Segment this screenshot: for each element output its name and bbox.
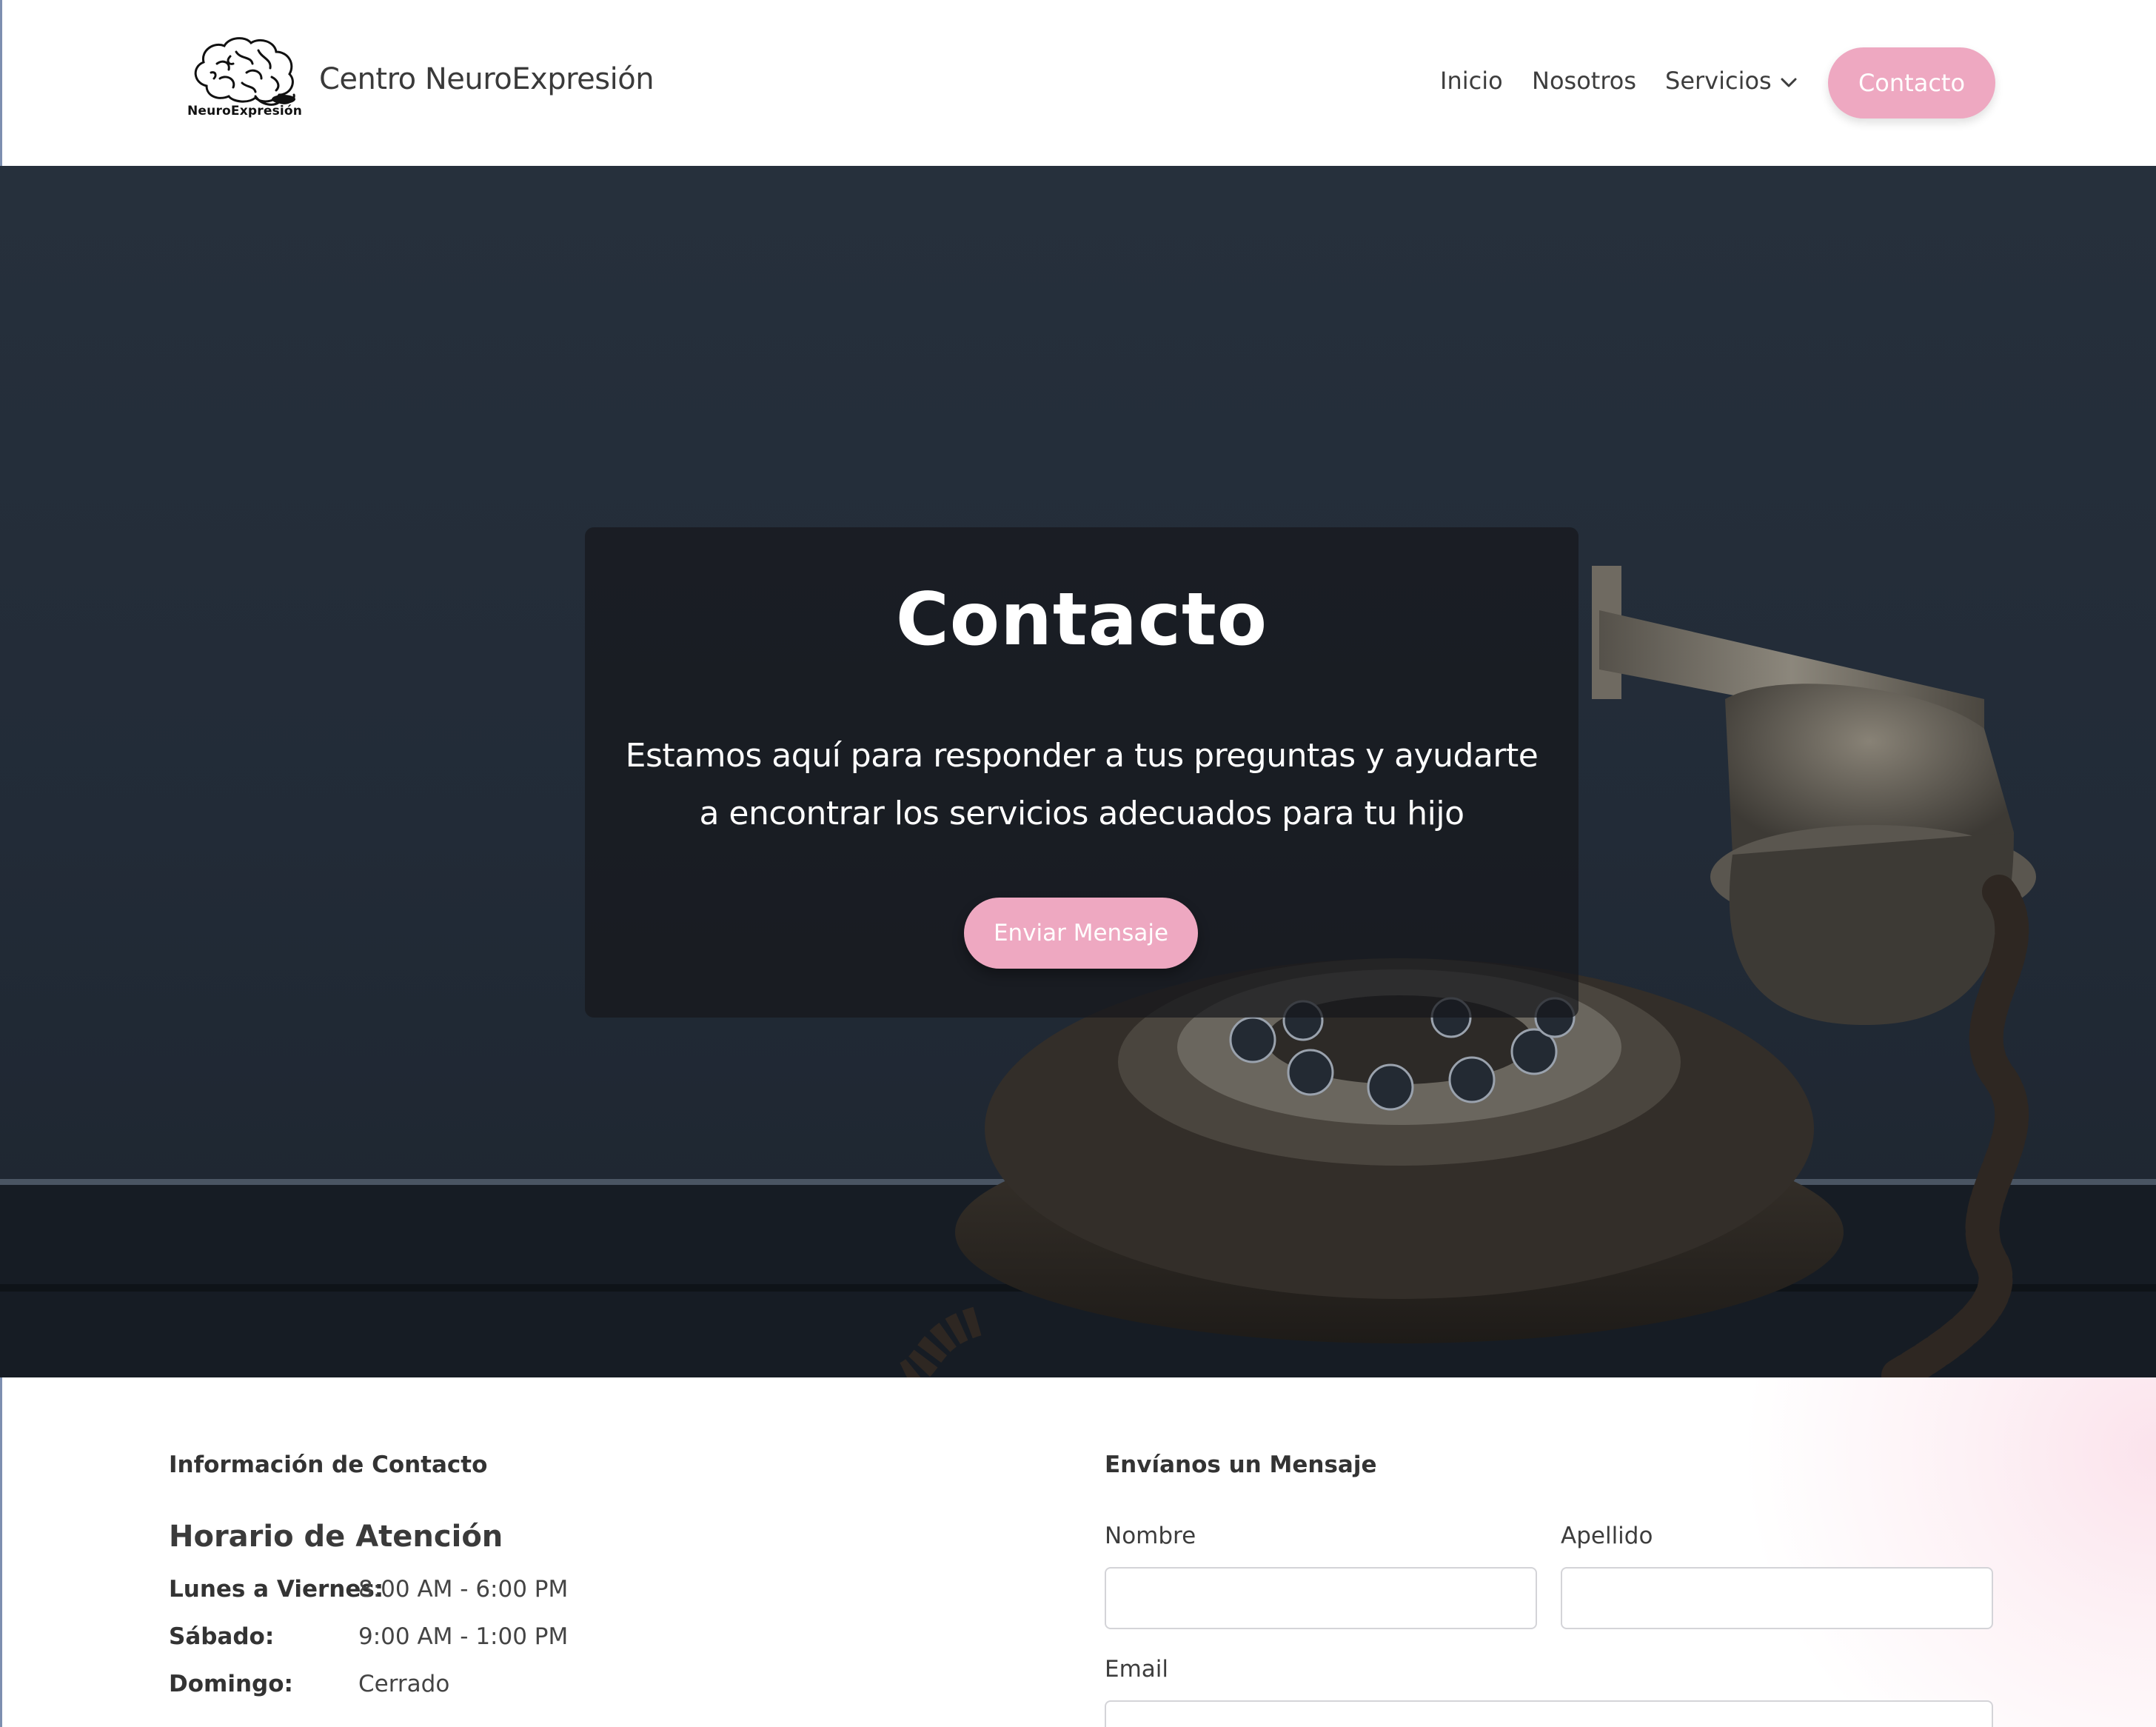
nav-inicio[interactable]: Inicio (1440, 67, 1503, 95)
nav-servicios[interactable]: Servicios (1665, 67, 1800, 95)
hours-heading: Horario de Atención (169, 1520, 503, 1554)
nav-servicios-label: Servicios (1665, 67, 1772, 95)
contact-button[interactable]: Contacto (1828, 47, 1995, 118)
hours-time-sunday: Cerrado (358, 1671, 450, 1697)
hero-subtitle-line-1: Estamos aquí para responder a tus pregun… (625, 737, 1539, 775)
email-label: Email (1105, 1656, 1169, 1683)
apellido-label: Apellido (1561, 1523, 1653, 1549)
site-logo[interactable]: NeuroExpresión (184, 34, 303, 123)
apellido-field[interactable] (1561, 1567, 1993, 1629)
hours-day-weekdays: Lunes a Viernes: (169, 1576, 384, 1603)
logo-caption: NeuroExpresión (187, 104, 303, 118)
brand-name[interactable]: Centro NeuroExpresión (319, 62, 654, 96)
nombre-field[interactable] (1105, 1567, 1537, 1629)
email-field[interactable] (1105, 1700, 1993, 1727)
nav-nosotros[interactable]: Nosotros (1532, 67, 1636, 95)
hours-day-sunday: Domingo: (169, 1671, 293, 1697)
hours-time-saturday: 9:00 AM - 1:00 PM (358, 1623, 569, 1650)
hero-subtitle: Estamos aquí para responder a tus pregun… (585, 727, 1578, 843)
hero-section: Contacto Estamos aquí para responder a t… (0, 166, 2156, 1377)
hours-day-saturday: Sábado: (169, 1623, 275, 1650)
hero-subtitle-line-2: a encontrar los servicios adecuados para… (699, 795, 1464, 832)
site-header: NeuroExpresión Centro NeuroExpresión Ini… (0, 0, 2156, 166)
nombre-label: Nombre (1105, 1523, 1196, 1549)
message-form-heading: Envíanos un Mensaje (1105, 1452, 1377, 1478)
hero-title: Contacto (895, 578, 1268, 662)
contact-info-heading: Información de Contacto (169, 1452, 488, 1478)
hours-time-weekdays: 8:00 AM - 6:00 PM (358, 1576, 569, 1603)
send-message-button[interactable]: Enviar Mensaje (964, 898, 1198, 969)
chevron-down-icon (1778, 75, 1800, 90)
